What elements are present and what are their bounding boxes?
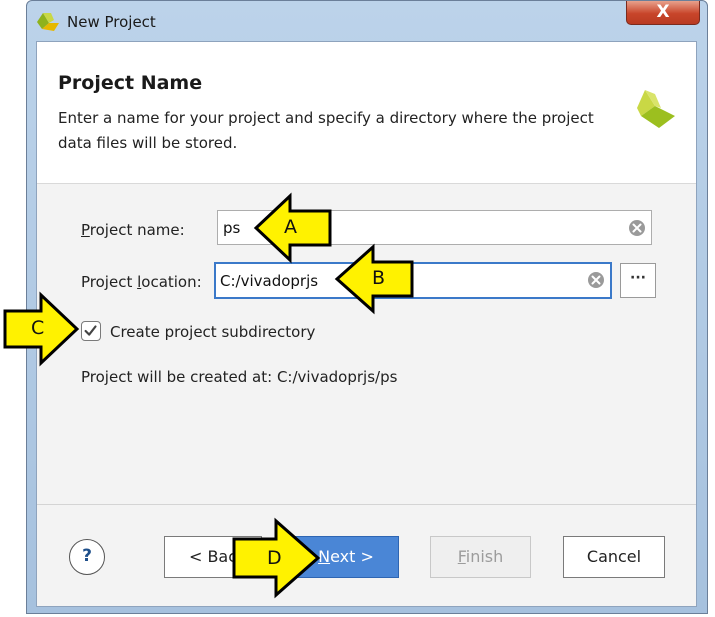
annotation-arrow-b: B (334, 243, 414, 315)
close-button[interactable]: X (626, 1, 700, 25)
annotation-label-d: D (267, 547, 282, 569)
help-button[interactable]: ? (69, 539, 105, 575)
footer-divider (37, 504, 696, 505)
annotation-label-a: A (284, 216, 297, 238)
project-name-label: Project name: (81, 221, 185, 239)
window-title: New Project (67, 13, 156, 31)
annotation-arrow-d: D (232, 517, 321, 599)
dialog-body: Project Name Enter a name for your proje… (36, 41, 697, 607)
project-path-preview: Project will be created at: C:/vivadoprj… (81, 368, 398, 386)
annotation-label-c: C (31, 317, 45, 339)
annotation-label-b: B (372, 267, 386, 289)
wizard-header: Project Name Enter a name for your proje… (37, 42, 696, 184)
close-icon: X (656, 2, 670, 22)
clear-location-icon[interactable] (587, 271, 605, 289)
checkmark-icon (84, 325, 97, 336)
annotation-arrow-c: C (3, 291, 80, 367)
clear-name-icon[interactable] (628, 219, 646, 237)
cancel-button[interactable]: Cancel (563, 536, 665, 578)
page-title: Project Name (58, 72, 203, 94)
annotation-arrow-a: A (253, 192, 332, 264)
vivado-app-icon (37, 13, 59, 31)
finish-button: Finish (430, 536, 531, 578)
title-bar: New Project X (27, 1, 707, 41)
create-subdirectory-checkbox[interactable] (81, 321, 101, 341)
create-subdirectory-label[interactable]: Create project subdirectory (110, 323, 315, 341)
browse-button[interactable]: ··· (620, 263, 656, 298)
project-location-label: Project location: (81, 273, 202, 291)
xilinx-logo-icon (637, 90, 675, 128)
page-description: Enter a name for your project and specif… (58, 109, 594, 152)
